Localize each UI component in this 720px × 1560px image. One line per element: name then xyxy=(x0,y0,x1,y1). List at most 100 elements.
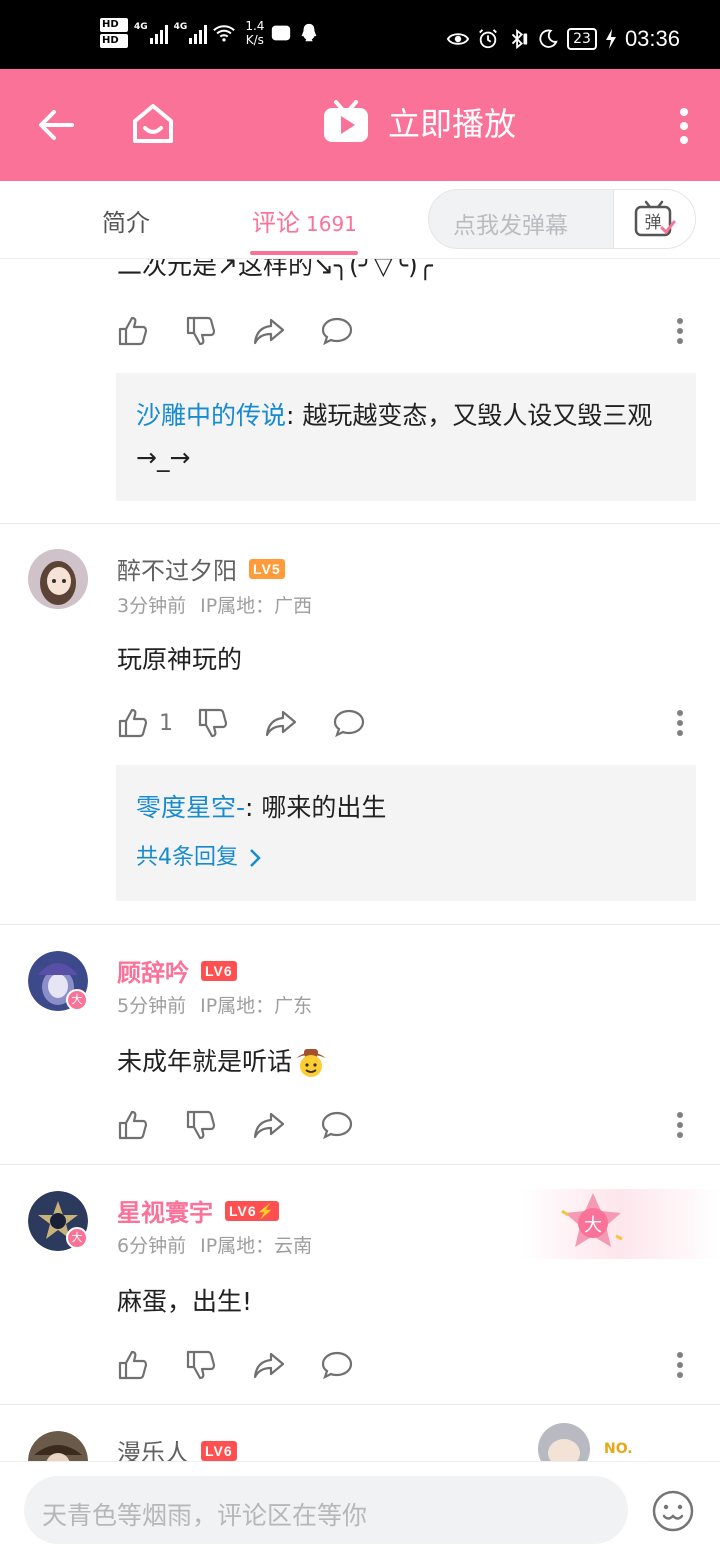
share-icon[interactable] xyxy=(265,707,297,739)
decoration-card: 大 xyxy=(520,1189,720,1259)
bluetooth-vibrate-icon xyxy=(511,28,528,50)
avatar[interactable] xyxy=(28,1431,88,1461)
wifi-icon xyxy=(213,25,236,42)
comment-input[interactable]: 天青色等烟雨，评论区在等你 xyxy=(24,1476,628,1544)
play-now-label: 立即播放 xyxy=(388,105,517,143)
reply-text: : 哪来的出生 xyxy=(245,793,387,822)
comment-more-icon[interactable] xyxy=(676,1351,684,1379)
net2-label: 4G xyxy=(173,22,188,32)
danmaku-icon: 弹 xyxy=(634,200,676,237)
more-menu-icon[interactable] xyxy=(678,107,690,145)
comment-text: 二次元是↗这样的↘╮(╯▽╰)╭ xyxy=(117,259,433,280)
username-text: 醉不过夕阳 xyxy=(117,557,237,585)
level-badge: LV6⚡ xyxy=(225,1200,280,1221)
battery-level: 23 xyxy=(567,28,597,50)
vip-badge: 大 xyxy=(66,1227,88,1249)
comment-ip: IP属地：广东 xyxy=(200,995,313,1017)
clock: 03:36 xyxy=(624,26,680,51)
comment-actions xyxy=(117,1349,389,1381)
vip-badge: 大 xyxy=(66,989,88,1011)
view-replies-link[interactable]: 共4条回复 xyxy=(136,837,676,879)
qq-icon xyxy=(302,23,317,42)
signal-2-icon: 4G xyxy=(174,22,208,44)
comment-time: 6分钟前 xyxy=(117,1235,187,1257)
comment-text: 未成年就是听话 xyxy=(117,1047,293,1076)
reply-preview[interactable]: 零度星空-: 哪来的出生 共4条回复 xyxy=(116,765,696,901)
comment-more-icon[interactable] xyxy=(676,709,684,737)
comment-list[interactable]: 二次元是↗这样的↘╮(╯▽╰)╭ 沙雕中的传说: 越玩越变态，又毁人设又毁三观→… xyxy=(0,259,720,1461)
dislike-icon[interactable] xyxy=(197,707,229,739)
divider xyxy=(0,1164,720,1165)
tv-play-icon xyxy=(324,100,368,142)
charging-icon xyxy=(605,29,616,49)
hd-indicator: HD HD xyxy=(100,18,128,48)
dislike-icon[interactable] xyxy=(185,1349,217,1381)
comment-username[interactable]: 顾辞吟 LV6 xyxy=(117,953,237,988)
view-replies-label: 共4条回复 xyxy=(136,845,238,870)
play-now-button[interactable]: 立即播放 xyxy=(322,99,516,145)
svg-text:大: 大 xyxy=(584,1215,602,1236)
comment-username[interactable]: 醉不过夕阳 LV5 xyxy=(117,551,285,586)
share-icon[interactable] xyxy=(253,1349,285,1381)
reply-preview[interactable]: 沙雕中的传说: 越玩越变态，又毁人设又毁三观→_→ xyxy=(116,373,696,501)
tab-intro[interactable]: 简介 xyxy=(102,203,150,238)
username-text: 顾辞吟 xyxy=(117,959,189,987)
comment-count: 1691 xyxy=(306,212,357,236)
like-icon[interactable] xyxy=(117,315,149,347)
like-icon[interactable] xyxy=(117,1349,149,1381)
reply-icon[interactable] xyxy=(333,707,365,739)
share-icon[interactable] xyxy=(253,315,285,347)
comment-ip: IP属地：云南 xyxy=(200,1235,313,1257)
comment-actions xyxy=(117,315,389,347)
anime-character-deco-icon xyxy=(538,1423,590,1461)
comment-meta: 5分钟前 IP属地：广东 xyxy=(117,991,326,1018)
huawei-app-icon xyxy=(272,25,291,41)
comment-time: 5分钟前 xyxy=(117,995,187,1017)
danmaku-input[interactable]: 点我发弹幕 弹 xyxy=(428,189,696,249)
comment-text: 玩原神玩的 xyxy=(117,645,243,674)
tab-bar: 简介 评论 1691 点我发弹幕 弹 xyxy=(0,181,720,259)
dislike-icon[interactable] xyxy=(185,315,217,347)
net-speed: 1.4 K/s xyxy=(245,19,264,47)
avatar[interactable] xyxy=(28,549,88,609)
username-text: 漫乐人 xyxy=(117,1439,189,1461)
top-bar: 立即播放 xyxy=(0,69,720,181)
comment-actions: 1 xyxy=(117,707,401,739)
reply-icon[interactable] xyxy=(321,1109,353,1141)
comment-more-icon[interactable] xyxy=(676,1111,684,1139)
share-icon[interactable] xyxy=(253,1109,285,1141)
active-tab-indicator xyxy=(250,251,358,255)
emoji-icon[interactable] xyxy=(652,1490,694,1532)
comment-username[interactable]: 星视寰宇 LV6⚡ xyxy=(117,1193,280,1228)
net1-label: 4G xyxy=(134,22,148,32)
comment-more-icon[interactable] xyxy=(676,317,684,345)
comment-input-placeholder: 天青色等烟雨，评论区在等你 xyxy=(42,1501,368,1530)
comment-text: 麻蛋，出生! xyxy=(117,1287,253,1316)
divider xyxy=(0,924,720,925)
dislike-icon[interactable] xyxy=(185,1109,217,1141)
danmaku-toggle-button[interactable]: 弹 xyxy=(613,190,695,248)
comment-text-row: 未成年就是听话 xyxy=(117,1045,328,1079)
reply-icon[interactable] xyxy=(321,315,353,347)
deco-number-label: NO. xyxy=(604,1441,633,1457)
comment-input-bar: 天青色等烟雨，评论区在等你 xyxy=(0,1461,720,1560)
tab-comments[interactable]: 评论 1691 xyxy=(252,203,357,238)
comment-username[interactable]: 漫乐人 LV6 xyxy=(117,1433,237,1461)
status-bar: HD HD 4G 4G 1.4 K/s 23 03:36 xyxy=(0,0,720,69)
chevron-right-icon xyxy=(250,849,261,867)
speed-unit: K/s xyxy=(245,33,264,47)
reply-author[interactable]: 沙雕中的传说 xyxy=(136,401,286,430)
home-icon[interactable] xyxy=(130,101,176,147)
svg-text:弹: 弹 xyxy=(645,213,662,233)
back-arrow-icon[interactable] xyxy=(36,105,76,145)
comment-actions xyxy=(117,1109,389,1141)
level-badge: LV5 xyxy=(249,558,285,579)
reply-icon[interactable] xyxy=(321,1349,353,1381)
like-icon[interactable] xyxy=(117,1109,149,1141)
like-icon[interactable] xyxy=(117,707,149,739)
reply-author[interactable]: 零度星空- xyxy=(136,793,245,822)
comment-meta: 6分钟前 IP属地：云南 xyxy=(117,1231,326,1258)
speed-value: 1.4 xyxy=(245,19,265,33)
hd2-label: HD xyxy=(100,34,128,48)
decoration-card: NO. xyxy=(530,1419,650,1461)
